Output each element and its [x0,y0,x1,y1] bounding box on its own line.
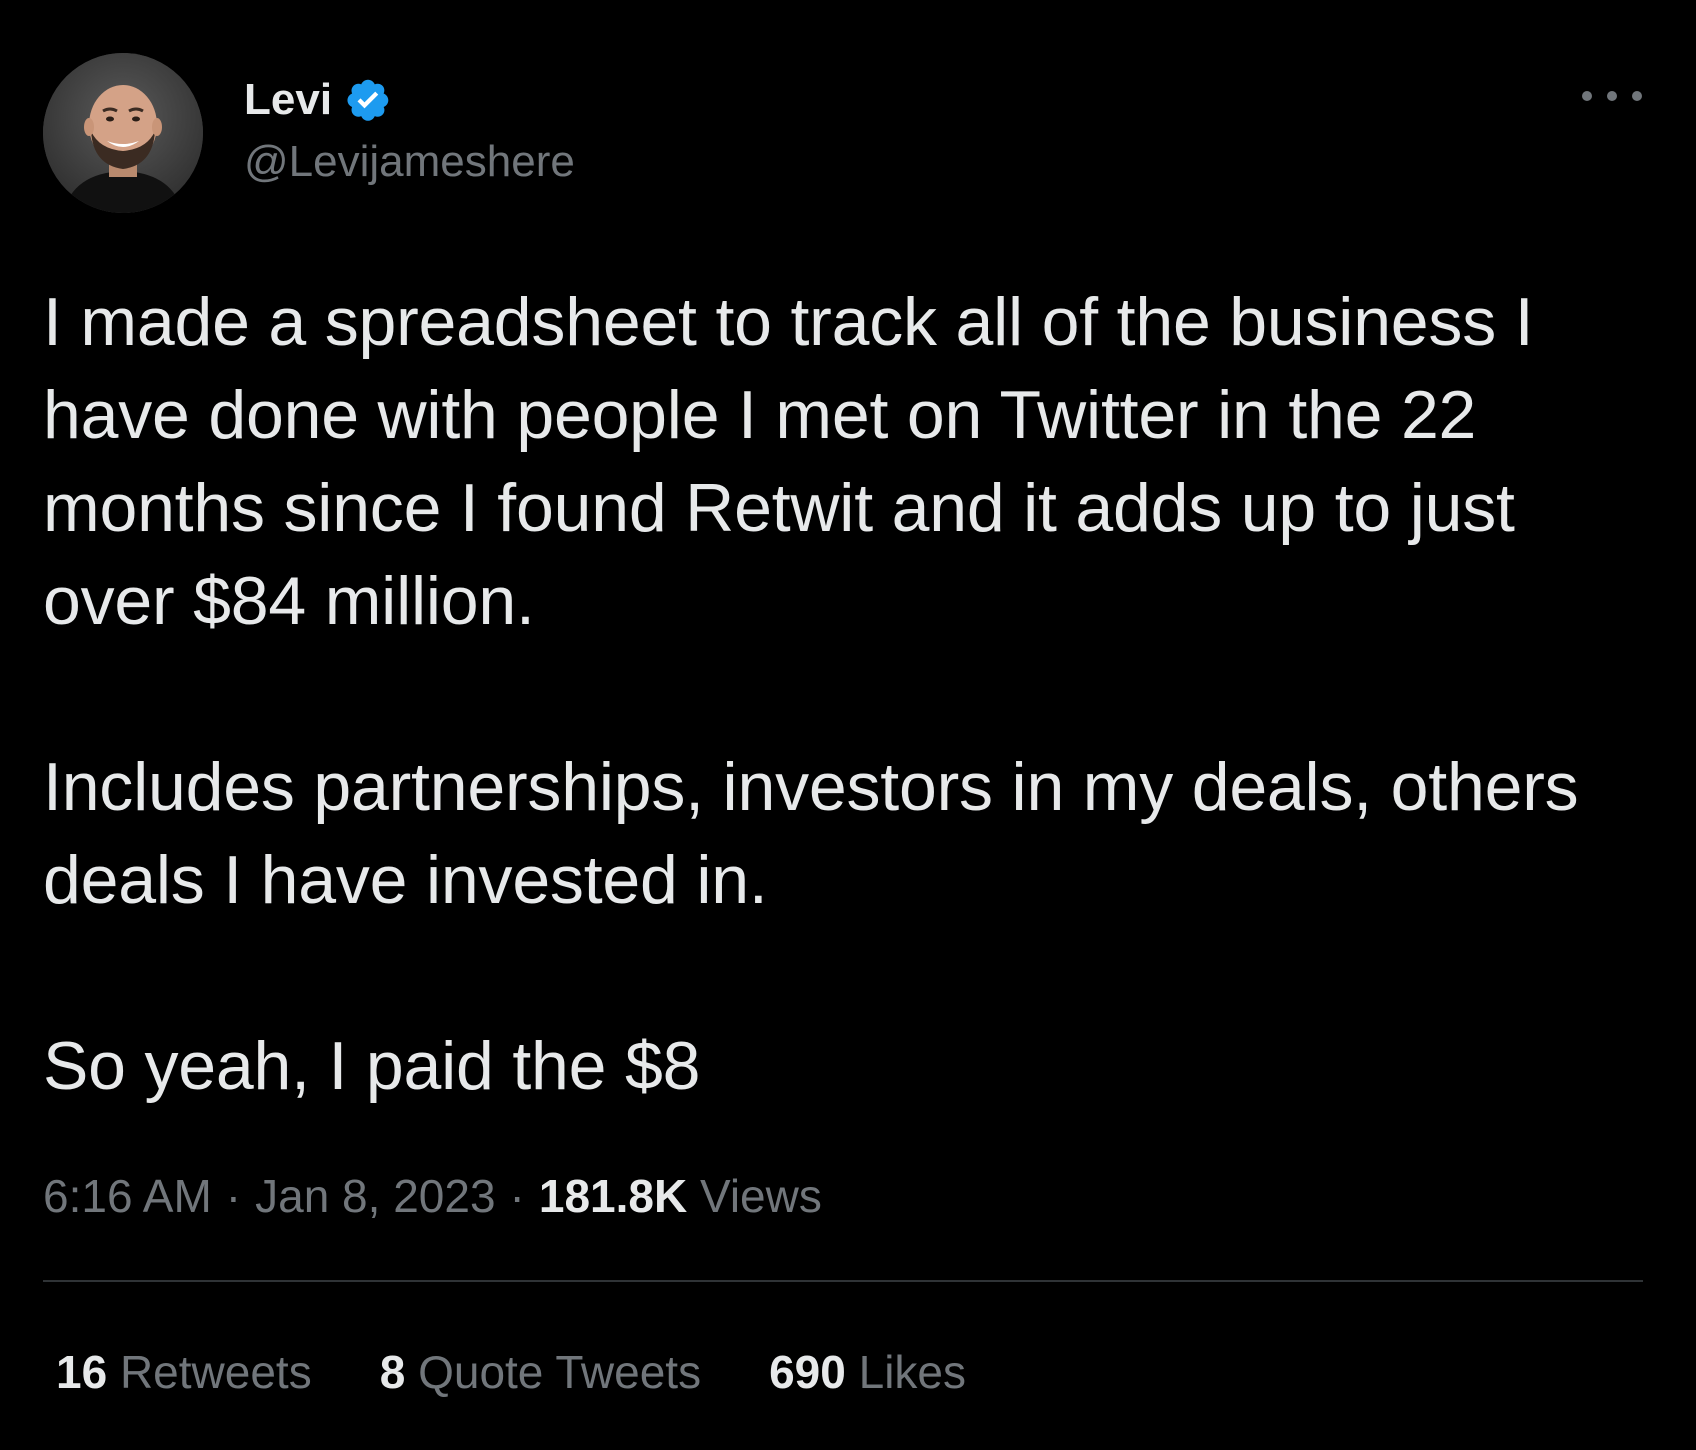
likes-label: Likes [858,1346,966,1398]
more-dot [1607,91,1617,101]
avatar-photo-icon [43,53,203,213]
avatar[interactable] [43,53,203,213]
author-name-row[interactable]: Levi [244,70,396,130]
display-name[interactable]: Levi [244,78,332,122]
tweet-paragraph: So yeah, I paid the $8 [43,1028,701,1104]
meta-separator: · [225,1170,242,1222]
tweet-time[interactable]: 6:16 AM [43,1170,212,1222]
likes-count: 690 [769,1346,846,1398]
tweet-text: I made a spreadsheet to track all of the… [43,276,1643,1113]
views-count: 181.8K [538,1170,688,1222]
meta-separator: · [509,1170,525,1222]
likes-stat[interactable]: 690 Likes [769,1344,966,1400]
retweets-label: Retweets [119,1346,312,1398]
more-dot [1632,91,1642,101]
tweet-paragraph: I made a spreadsheet to track all of the… [43,284,1534,639]
quote-tweets-stat[interactable]: 8 Quote Tweets [380,1344,701,1400]
more-horizontal-icon[interactable] [1582,78,1642,114]
tweet-meta: 6:16 AM · Jan 8, 2023 · 181.8K Views [43,1168,822,1224]
views-label: Views [699,1170,822,1222]
tweet-stats: 16 Retweets 8 Quote Tweets 690 Likes [56,1344,1034,1400]
verified-badge-icon [340,72,396,128]
author-handle[interactable]: @Levijameshere [244,136,575,189]
more-dot [1582,91,1592,101]
tweet-paragraph: Includes partnerships, investors in my d… [43,749,1579,918]
tweet-card: Levi @Levijameshere I made a spreadsheet… [0,0,1696,1450]
divider [43,1280,1643,1282]
quote-tweets-label: Quote Tweets [418,1346,702,1398]
quote-tweets-count: 8 [379,1346,406,1398]
retweets-stat[interactable]: 16 Retweets [56,1344,312,1400]
tweet-date[interactable]: Jan 8, 2023 [255,1170,495,1222]
retweets-count: 16 [56,1346,108,1398]
